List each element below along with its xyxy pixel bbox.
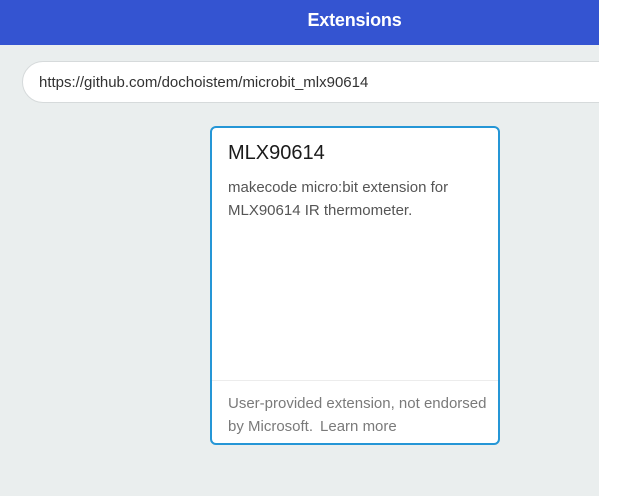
extensions-dialog: Extensions MLX90614 makecode micro:bit e… [0,0,599,496]
extension-card[interactable]: MLX90614 makecode micro:bit extension fo… [210,126,500,445]
dialog-title: Extensions [307,10,402,30]
extension-title: MLX90614 [228,142,325,164]
search-input[interactable] [39,73,599,91]
dialog-header: Extensions [0,0,599,45]
extension-description: makecode micro:bit extension for MLX9061… [228,179,449,219]
card-divider [212,380,498,381]
search-box[interactable] [22,61,599,103]
learn-more-link[interactable]: Learn more [320,418,397,435]
extension-footer: User-provided extension, not endorsed by… [228,392,490,438]
